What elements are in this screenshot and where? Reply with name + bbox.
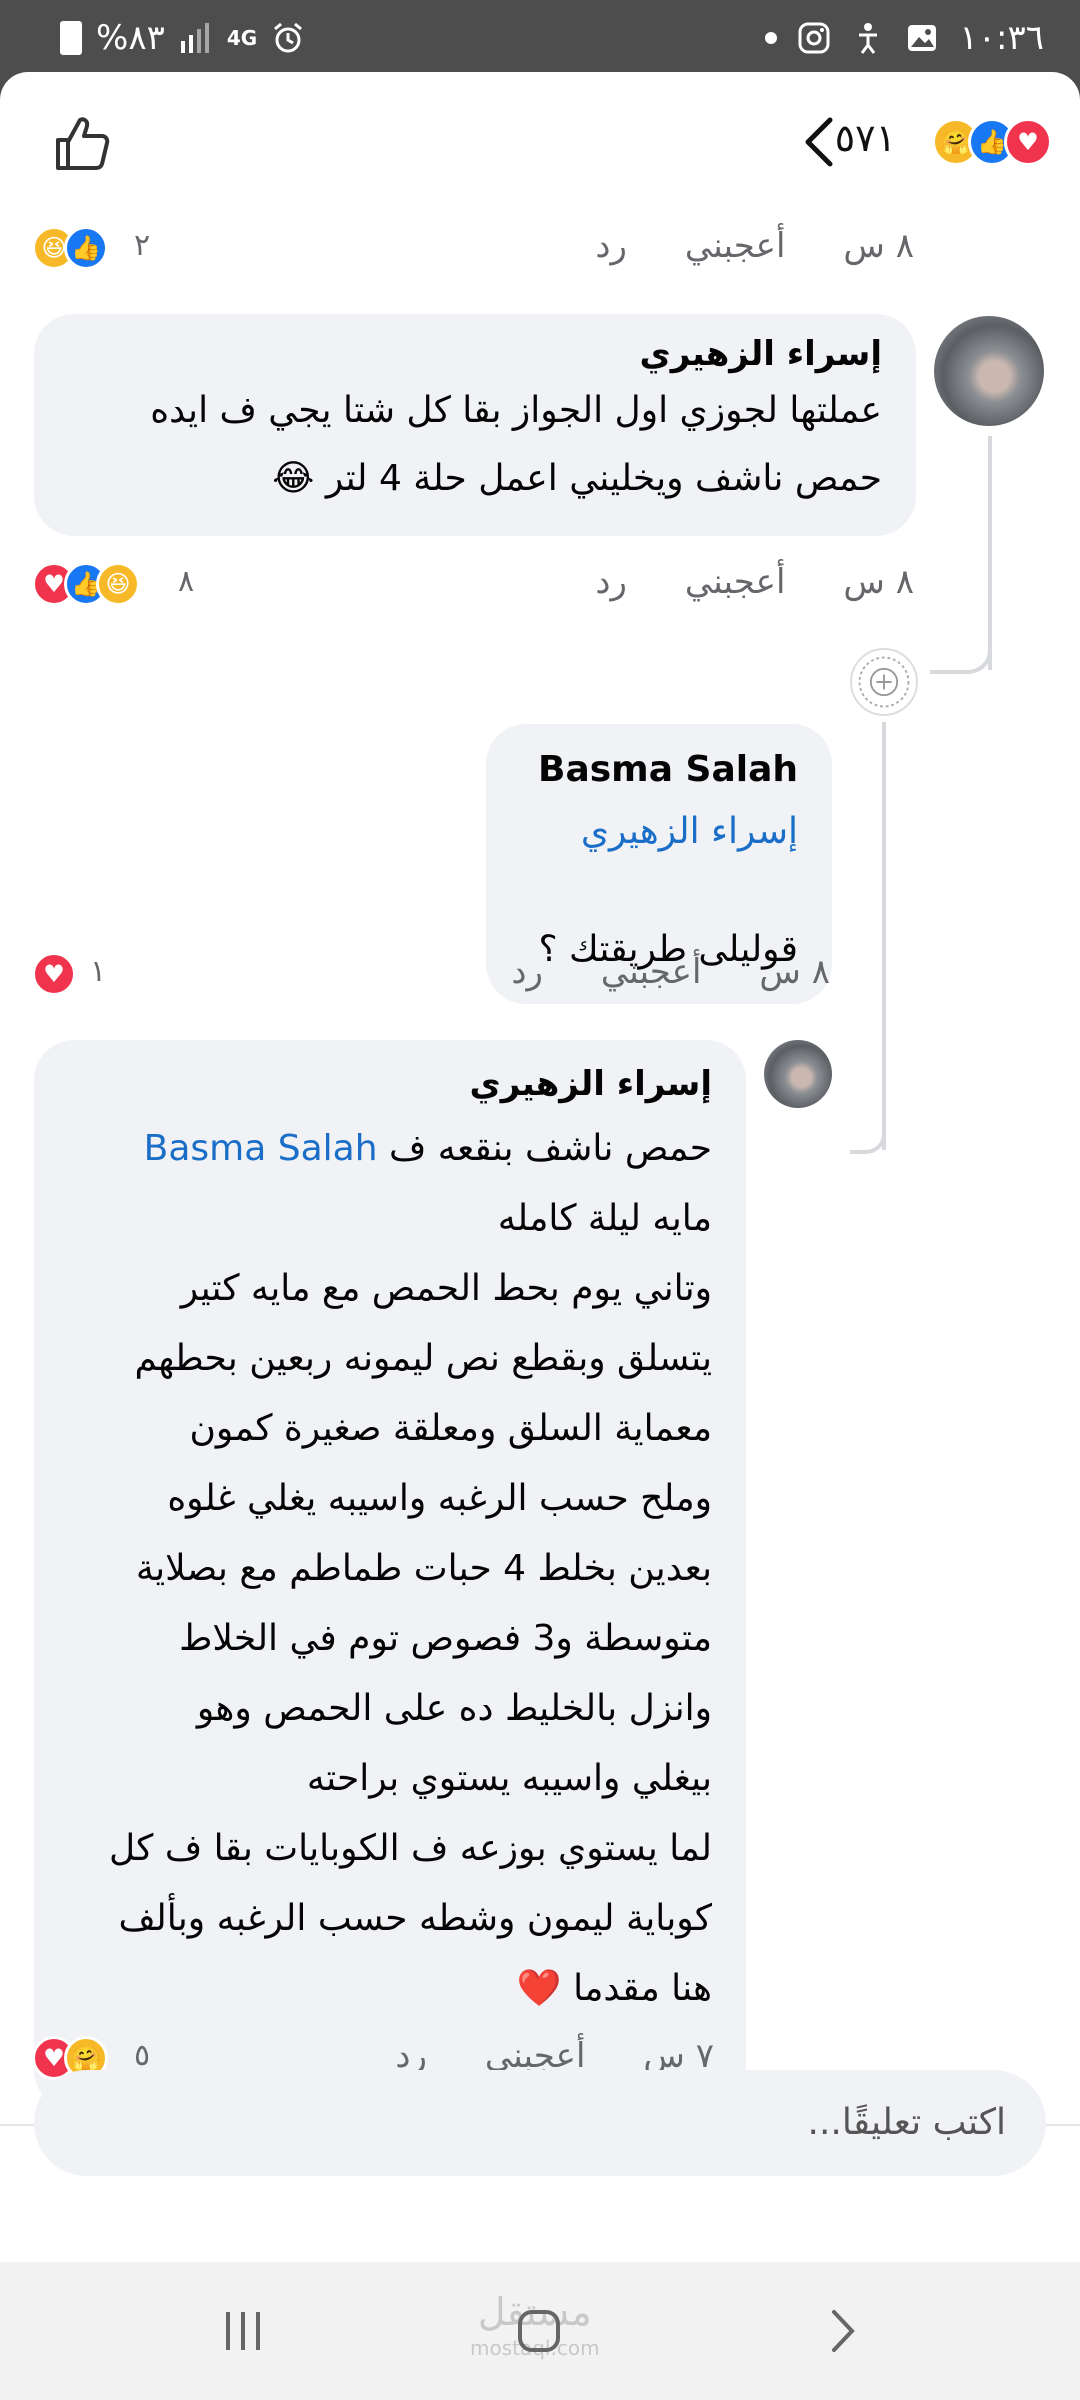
accessibility-icon <box>859 23 878 54</box>
gallery-icon <box>908 25 937 51</box>
comment-time: ٨ س <box>843 226 914 266</box>
haha-reaction-icon: 😆 <box>96 562 140 606</box>
reply-link[interactable]: رد <box>595 226 627 266</box>
comment-line: متوسطة و3 فصوص توم في الخلاط <box>179 1618 712 1659</box>
comment-line: مايه ليلة كامله <box>497 1198 712 1239</box>
comment-line: بعدين بخلط 4 حبات طماطم مع بصلاية <box>135 1548 712 1589</box>
comment-line: وملح حسب الرغبه واسيبه يغلي غلوه <box>167 1478 712 1519</box>
thread-connector <box>850 1112 886 1154</box>
thread-line <box>882 722 886 1150</box>
comment-line: كوباية ليمون وشطه حسب الرغبه وبألف <box>118 1898 712 1939</box>
comment-author[interactable]: إسراء الزهيري <box>68 334 882 374</box>
comment-time: ٨ س <box>843 562 914 602</box>
comment-reactions[interactable]: 👍 😆 <box>32 226 108 270</box>
mention-link[interactable]: إسراء الزهيري <box>520 802 798 862</box>
status-bar-left: %٨٣ 4G <box>60 18 305 58</box>
system-nav-bar: مستقل mostaql.com <box>0 2262 1080 2400</box>
comment-line: معماية السلق ومعلقة صغيرة كمون <box>189 1408 712 1449</box>
thread-line <box>988 436 992 670</box>
comment-time: ٨ س <box>759 952 830 992</box>
reply-link[interactable]: رد <box>511 952 543 992</box>
heart-reaction-icon: ♥ <box>1004 118 1052 166</box>
comment-line: عملتها لجوزي اول الجواز بقا كل شتا يجي ف… <box>150 390 882 431</box>
comment-bubble[interactable]: إسراء الزهيري عملتها لجوزي اول الجواز بق… <box>34 314 916 536</box>
battery-icon <box>60 21 82 55</box>
comments-sheet: ♥ 👍 🤗 ٥٧١ ٨ س أعجبني رد 👍 😆 ٢ إسراء الزه… <box>0 72 1080 2262</box>
comment-reaction-count: ٨ <box>178 564 195 599</box>
like-link[interactable]: أعجبني <box>685 226 786 266</box>
thread-connector <box>930 638 992 674</box>
reply-link[interactable]: رد <box>595 562 627 602</box>
ornament-logo-icon <box>858 656 910 708</box>
avatar[interactable] <box>764 1040 832 1108</box>
comment-meta: ٨ س أعجبني رد <box>595 562 914 602</box>
comment-reaction-count: ٥ <box>134 2038 151 2073</box>
like-link[interactable]: أعجبني <box>601 952 702 992</box>
notification-dot-icon <box>765 32 778 44</box>
home-icon[interactable] <box>516 2308 562 2354</box>
comment-reaction-count: ٢ <box>134 228 151 263</box>
comment-line: لما يستوي بوزعه ف الكوبايات بقا ف كل <box>109 1828 712 1869</box>
comment-line: حمص ناشف بنقعه ف Basma Salah <box>68 1114 712 1184</box>
reactions-header: ♥ 👍 🤗 ٥٧١ <box>0 72 1080 212</box>
chevron-left-icon[interactable] <box>800 116 840 168</box>
heart-reaction-icon: ♥ <box>32 952 76 996</box>
battery-level: %٨٣ <box>96 18 165 58</box>
header-reactions[interactable]: ♥ 👍 🤗 <box>932 118 1052 166</box>
comment-author[interactable]: إسراء الزهيري <box>68 1054 712 1114</box>
clock: ١٠:٣٦ <box>959 18 1044 58</box>
alarm-icon <box>274 22 303 53</box>
comment-line: حمص ناشف ويخليني اعمل حلة 4 لتر 😂 <box>68 446 882 512</box>
avatar[interactable] <box>934 316 1044 426</box>
comment-meta: ٨ س أعجبني رد <box>595 226 914 266</box>
mention-link[interactable]: Basma Salah <box>144 1128 378 1169</box>
comment-bubble[interactable]: إسراء الزهيري حمص ناشف بنقعه ف Basma Sal… <box>34 1040 746 2110</box>
instagram-icon <box>798 22 830 54</box>
like-reaction-icon: 👍 <box>64 226 108 270</box>
status-bar-right: ١٠:٣٦ <box>765 18 1044 58</box>
comment-line: وانزل بالخليط ده على الحمص وهو <box>196 1688 712 1729</box>
comment-line: هنا مقدما ❤️ <box>68 1954 712 2024</box>
comment-author[interactable]: Basma Salah <box>520 738 798 802</box>
comment-input-placeholder: اكتب تعليقًا... <box>807 2102 1006 2143</box>
red-heart-emoji-icon: ❤️ <box>516 1968 562 2009</box>
thumbs-up-icon[interactable] <box>50 112 114 176</box>
signal-icon <box>180 23 209 53</box>
comment-line: يتسلق وبقطع نص ليمونه ربعين بحطهم <box>134 1338 712 1379</box>
network-type: 4G <box>226 26 258 50</box>
comment-meta: ٨ س أعجبني رد <box>511 952 830 992</box>
comment-line-text: حمص ناشف ويخليني اعمل حلة 4 لتر <box>325 458 882 499</box>
recent-apps-icon[interactable] <box>220 2308 266 2354</box>
comment-input[interactable]: اكتب تعليقًا... <box>34 2070 1046 2176</box>
status-bar: %٨٣ 4G ١٠:٣٦ <box>0 0 1080 76</box>
comment-line-text: هنا مقدما <box>573 1968 712 2009</box>
comment-line-text: حمص ناشف بنقعه ف <box>389 1128 712 1169</box>
back-icon[interactable] <box>820 2308 866 2354</box>
avatar[interactable] <box>850 648 918 716</box>
comment-reactions[interactable]: 😆 👍 ♥ <box>32 562 140 606</box>
comment-line: بيغلي واسيبه يستوي براحته <box>306 1758 712 1799</box>
comment-line: وتاني يوم بحط الحمص مع مايه كتير <box>180 1268 712 1309</box>
comment-reaction-count: ١ <box>90 954 107 989</box>
reaction-count[interactable]: ٥٧١ <box>835 116 896 160</box>
laughing-emoji-icon: 😂 <box>272 458 315 499</box>
comment-reactions[interactable]: ♥ <box>32 952 76 996</box>
like-link[interactable]: أعجبني <box>685 562 786 602</box>
